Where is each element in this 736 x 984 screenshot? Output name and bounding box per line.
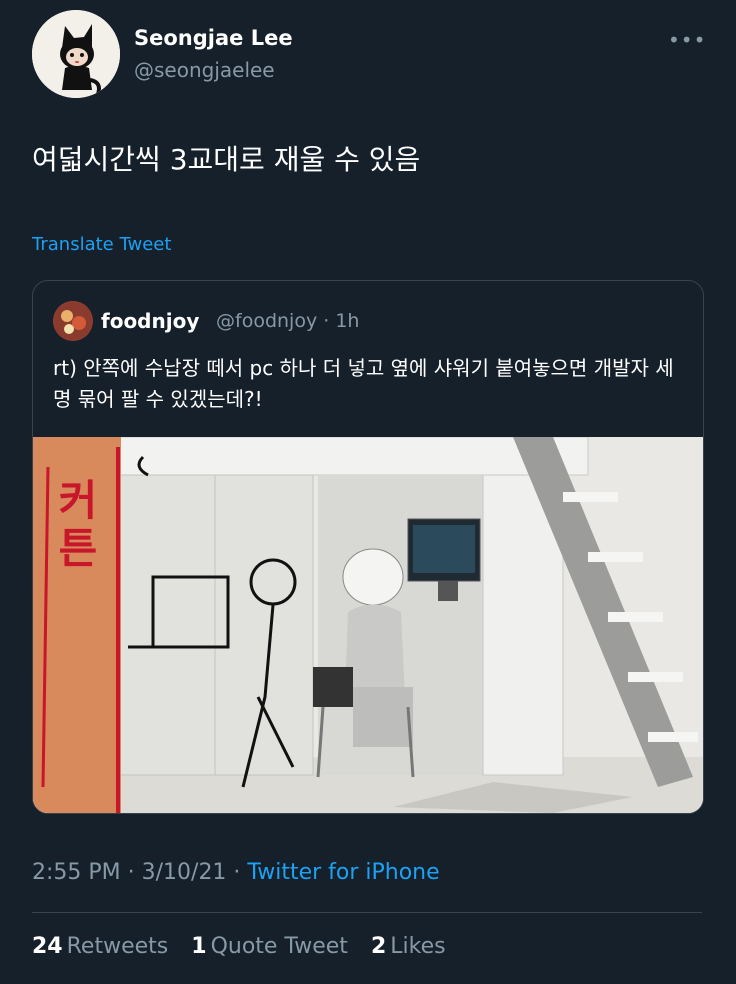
quoted-author-handle: @foodnjoy: [216, 310, 318, 332]
quoted-author-meta: @foodnjoy · 1h: [216, 310, 359, 332]
likes-label: Likes: [390, 934, 446, 959]
curtain-handwriting: 커 튼: [43, 477, 113, 573]
quoted-tweet-time: 1h: [335, 310, 360, 332]
quoted-tweet-image[interactable]: 커 튼: [33, 437, 703, 813]
likes-stat[interactable]: 2 Likes: [371, 934, 446, 959]
retweets-count: 24: [32, 934, 63, 959]
cat-avatar-icon: [32, 10, 120, 98]
author-handle[interactable]: @seongjaelee: [134, 58, 275, 82]
food-avatar-icon: [53, 301, 93, 341]
quote-tweets-label: Quote Tweet: [210, 934, 348, 959]
likes-count: 2: [370, 934, 387, 959]
curtain-char-1: 커: [58, 476, 98, 525]
divider: [32, 912, 702, 913]
retweets-stat[interactable]: 24 Retweets: [32, 934, 168, 959]
tweet-text: 여덟시간씩 3교대로 재울 수 있음: [32, 143, 421, 176]
tweet-timestamp[interactable]: 2:55 PM · 3/10/21 ·: [32, 860, 247, 885]
quoted-tweet-card[interactable]: foodnjoy @foodnjoy · 1h rt) 안쪽에 수납장 떼서 p…: [32, 280, 704, 814]
author-avatar[interactable]: [32, 10, 120, 98]
curtain-char-2: 튼: [58, 524, 98, 573]
quote-tweets-stat[interactable]: 1 Quote Tweet: [191, 934, 348, 959]
quoted-author-avatar: [53, 301, 93, 341]
more-horizontal-icon[interactable]: •••: [668, 28, 705, 52]
loft-bed-photo: [33, 437, 703, 813]
tweet-client-link[interactable]: Twitter for iPhone: [247, 860, 439, 885]
quoted-author-name: foodnjoy: [101, 309, 200, 333]
translate-tweet-link[interactable]: Translate Tweet: [32, 234, 171, 255]
quote-tweets-count: 1: [191, 934, 207, 959]
tweet-timestamp-row: 2:55 PM · 3/10/21 · Twitter for iPhone: [32, 860, 440, 885]
tweet-stats-row: 24 Retweets 1 Quote Tweet 2 Likes: [32, 934, 462, 959]
quoted-tweet-text: rt) 안쪽에 수납장 떼서 pc 하나 더 넣고 옆에 샤워기 붙여놓으면 개…: [53, 356, 674, 411]
meta-separator: ·: [317, 310, 336, 332]
retweets-label: Retweets: [66, 934, 169, 959]
author-name[interactable]: Seongjae Lee: [134, 26, 293, 50]
